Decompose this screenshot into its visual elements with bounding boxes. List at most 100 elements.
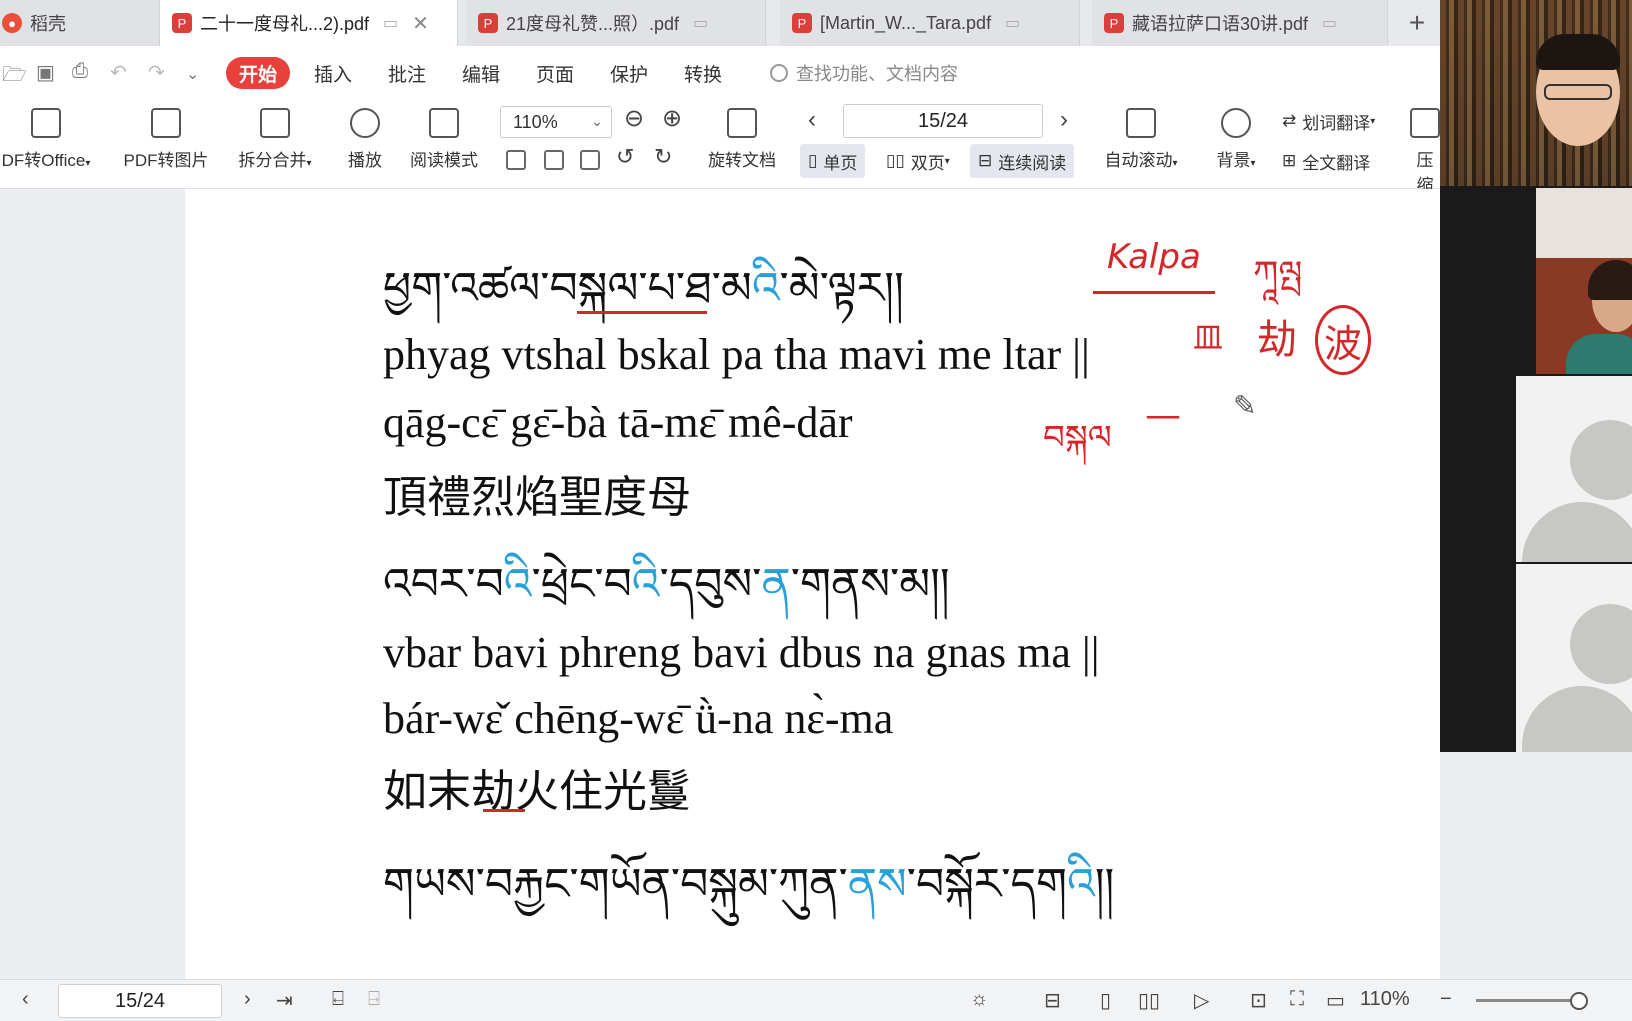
tab-document-3[interactable]: P [Martin_W..._Tara.pdf ▭ <box>780 0 1080 46</box>
play-icon[interactable]: ▷ <box>1194 988 1209 1013</box>
full-translate-button[interactable]: ⊞ 全文翻译 <box>1274 144 1378 178</box>
customize-dropdown-icon[interactable]: ⌄ <box>186 64 199 84</box>
annotation-dash: — <box>1145 395 1181 436</box>
text-segment: གཡས་བརྐྱང་གཡོན་བསྐུམ་ཀུན་ <box>383 859 848 910</box>
zoom-out-icon[interactable]: − <box>1440 988 1452 1011</box>
tab-daoke[interactable]: ● 稻壳 <box>0 0 160 46</box>
pdf-to-office-button[interactable]: DF转Office▾ <box>0 108 96 171</box>
auto-scroll-button[interactable]: 自动滚动▾ <box>1096 108 1186 171</box>
pdf-to-image-button[interactable]: PDF转图片 <box>118 108 214 171</box>
zoom-in-icon[interactable]: ⊕ <box>662 104 682 133</box>
rotate-right-icon[interactable]: ↻ <box>654 144 672 170</box>
fit-page-icon[interactable] <box>544 150 564 170</box>
zoom-value: 110% <box>513 111 558 132</box>
background-button[interactable]: 背景▾ <box>1206 108 1266 171</box>
page-number-input[interactable]: 15/24 <box>843 104 1043 138</box>
book-icon <box>429 108 459 138</box>
menu-edit[interactable]: 编辑 <box>462 60 500 87</box>
status-zoom-value[interactable]: 110% <box>1360 988 1410 1011</box>
text-segment: ་གནས་མ།། <box>790 559 950 610</box>
open-folder-icon[interactable]: 🗁 <box>2 60 27 94</box>
split-merge-button[interactable]: 拆分合并▾ <box>230 108 320 171</box>
fit-width-icon[interactable] <box>580 150 600 170</box>
feature-search[interactable]: 查找功能、文档内容 <box>770 60 958 86</box>
menu-start-tab[interactable]: 开始 <box>226 57 290 89</box>
glasses <box>1544 84 1612 100</box>
video-tile-participant-2 <box>1516 564 1632 752</box>
text-segment: 頂禮烈焰聖度母 <box>383 472 691 523</box>
pdf-icon: P <box>792 13 812 33</box>
pdf-to-word-icon <box>31 108 61 138</box>
close-icon[interactable]: ✕ <box>412 11 429 36</box>
text-segment: ཕྱག་འཚལ་བསྐལ་པ་ཐ་མ <box>383 263 752 314</box>
chinese-line-1: 頂禮烈焰聖度母 <box>383 461 691 525</box>
rotate-document-button[interactable]: 旋转文档 <box>700 108 784 171</box>
highlighted-syllable: འི <box>1067 859 1095 910</box>
back-icon[interactable]: ⍇ <box>332 988 344 1011</box>
avatar-body <box>1522 686 1632 752</box>
monitor-icon[interactable]: ▭ <box>1005 13 1020 33</box>
menu-page[interactable]: 页面 <box>536 60 574 87</box>
menu-protect[interactable]: 保护 <box>610 60 648 87</box>
document-viewport[interactable]: ཕྱག་འཚལ་བསྐལ་པ་ཐ་མའི་མེ་ལྟར།། phyag vtsh… <box>0 189 1440 979</box>
ribbon-toolbar: DF转Office▾ PDF转图片 拆分合并▾ 播放 阅读模式 110% ⌄ ⊖… <box>0 100 1440 195</box>
text-segment: ་མེ་ལྟར།། <box>779 263 904 314</box>
wylie-line-2: vbar bavi phreng bavi dbus na gnas ma || <box>383 627 1100 678</box>
zoom-slider[interactable] <box>1476 992 1588 1010</box>
monitor-icon[interactable]: ▭ <box>383 13 398 33</box>
avatar-icon <box>1570 604 1632 684</box>
text-segment: འབར་བ <box>383 559 504 610</box>
redo-icon[interactable]: ↷ <box>148 60 165 85</box>
background-wall <box>1536 188 1632 258</box>
continuous-icon: ⊟ <box>978 151 993 170</box>
continuous-reading-button[interactable]: ⊟ 连续阅读 <box>970 144 1075 178</box>
full-translate-icon: ⊞ <box>1282 151 1297 170</box>
fit-width-icon[interactable]: ▭ <box>1326 988 1345 1013</box>
menu-annotate[interactable]: 批注 <box>388 60 426 87</box>
rotate-left-icon[interactable]: ↺ <box>616 144 634 170</box>
next-page-icon[interactable]: › <box>1060 106 1068 134</box>
single-page-button[interactable]: ▯ 单页 <box>800 144 866 178</box>
new-tab-button[interactable]: + <box>1394 0 1440 46</box>
play-button[interactable]: 播放 <box>340 108 390 171</box>
single-page-label: 单页 <box>823 153 858 173</box>
text-segment: qāg-cɛ̄ gɛ̄-bà tā-mɛ̄ mê-dār <box>383 398 853 447</box>
previous-page-icon[interactable]: ‹ <box>22 988 29 1011</box>
rotate-document-icon <box>727 108 757 138</box>
undo-icon[interactable]: ↶ <box>110 60 127 85</box>
status-page-input[interactable]: 15/24 <box>58 984 222 1018</box>
tab-document-4[interactable]: P 藏语拉萨口语30讲.pdf ▭ <box>1092 0 1388 46</box>
print-icon[interactable]: ⎙ <box>72 60 88 83</box>
menu-insert[interactable]: 插入 <box>314 60 352 87</box>
tab-active-document[interactable]: P 二十一度母礼...2).pdf ▭ ✕ <box>160 0 458 46</box>
highlighted-syllable: འི <box>503 559 532 610</box>
zoom-select[interactable]: 110% ⌄ <box>500 106 612 138</box>
menu-convert[interactable]: 转换 <box>684 60 722 87</box>
forward-icon[interactable]: ⍈ <box>368 988 380 1011</box>
eye-protection-icon[interactable]: ☼ <box>970 988 988 1011</box>
compress-button[interactable]: 压缩 <box>1410 108 1440 196</box>
fit-page-icon[interactable]: ⛶ <box>1290 988 1304 1011</box>
annotation-kalpa-underline <box>1093 291 1215 294</box>
read-mode-button[interactable]: 阅读模式 <box>404 108 484 171</box>
word-translate-button[interactable]: ⇄ 划词翻译 ▾ <box>1274 104 1383 138</box>
video-call-panel <box>1440 0 1632 752</box>
monitor-icon[interactable]: ▭ <box>693 13 708 33</box>
actual-size-icon[interactable]: ⊡ <box>1250 988 1267 1013</box>
text-segment: ་བསྐོར་དག <box>906 859 1067 910</box>
zoom-slider-knob[interactable] <box>1570 992 1588 1010</box>
monitor-icon[interactable]: ▭ <box>1322 13 1337 33</box>
save-icon[interactable]: ▣ <box>36 60 55 85</box>
person-body <box>1566 334 1632 374</box>
double-page-button[interactable]: ▯▯ 双页 ▾ <box>878 144 958 178</box>
zoom-out-icon[interactable]: ⊖ <box>624 104 644 133</box>
double-page-view-icon[interactable]: ▯▯ <box>1138 988 1160 1013</box>
single-page-view-icon[interactable]: ▯ <box>1100 988 1111 1013</box>
next-page-icon[interactable]: › <box>244 988 251 1011</box>
actual-size-icon[interactable] <box>506 150 526 170</box>
tab-label: 二十一度母礼...2).pdf <box>200 14 370 34</box>
previous-page-icon[interactable]: ‹ <box>808 106 816 134</box>
continuous-view-icon[interactable]: ⊟ <box>1044 988 1061 1013</box>
tab-document-2[interactable]: P 21度母礼赞...照）.pdf ▭ <box>466 0 766 46</box>
last-page-icon[interactable]: ⇥ <box>276 988 293 1013</box>
